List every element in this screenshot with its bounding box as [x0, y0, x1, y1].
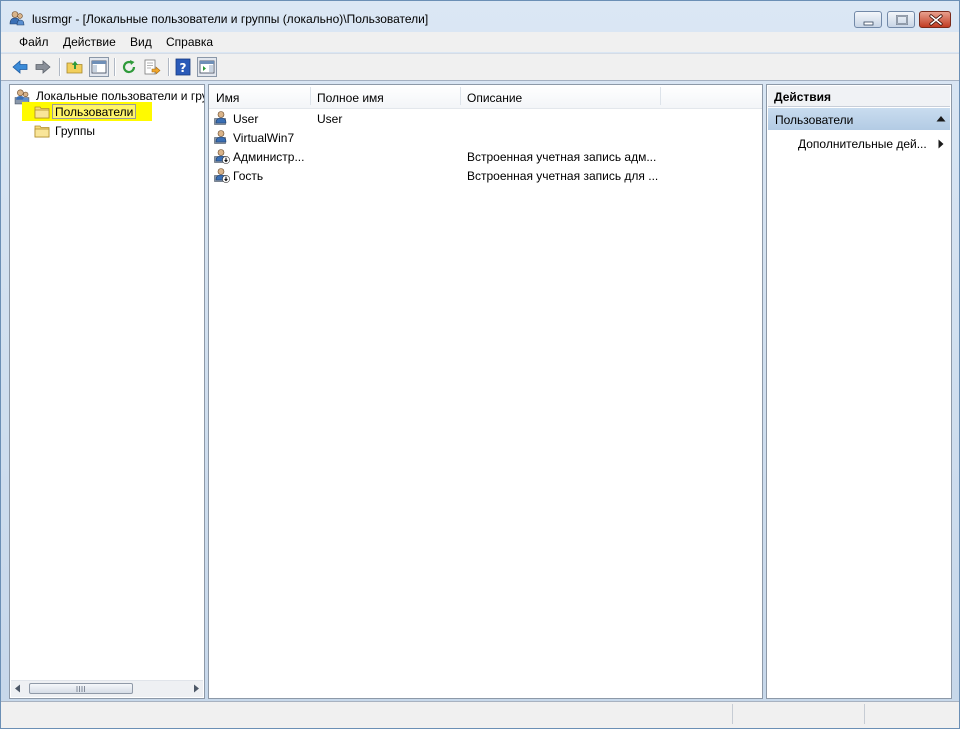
more-actions-item[interactable]: Дополнительные дей...	[798, 137, 927, 151]
cell-name: User	[233, 112, 259, 126]
collapse-up-icon[interactable]	[936, 115, 946, 122]
menu-help[interactable]: Справка	[163, 35, 216, 49]
tree-root-label: Локальные пользователи и гру	[36, 89, 204, 103]
column-label: Описание	[467, 91, 523, 105]
close-icon	[929, 14, 943, 26]
close-button[interactable]	[919, 11, 951, 28]
actions-header: Действия	[768, 86, 950, 107]
tree-item-label: Пользователи	[55, 105, 134, 119]
column-full-name[interactable]: Полное имя	[310, 85, 460, 107]
refresh-button[interactable]	[119, 57, 139, 77]
folder-icon	[34, 106, 50, 119]
submenu-arrow-icon[interactable]	[938, 139, 944, 149]
forward-arrow-icon	[35, 60, 51, 74]
folder-icon	[34, 125, 50, 138]
mmc-window: lusrmgr - [Локальные пользователи и груп…	[0, 0, 960, 729]
horizontal-scrollbar[interactable]	[11, 680, 203, 697]
toolbar: ?	[1, 53, 959, 81]
minimize-icon	[863, 21, 874, 26]
tree-item-users[interactable]: Пользователи	[34, 103, 154, 121]
cell-name: Администр...	[233, 150, 305, 164]
cell-description: Встроенная учетная запись для ...	[467, 169, 659, 183]
title-bar[interactable]: lusrmgr - [Локальные пользователи и груп…	[1, 1, 959, 31]
cell-name: VirtualWin7	[233, 131, 295, 145]
user-icon	[214, 110, 230, 129]
toolbar-separator	[114, 58, 116, 76]
actions-section-users[interactable]: Пользователи	[768, 108, 950, 130]
refresh-icon	[122, 60, 136, 74]
menu-action[interactable]: Действие	[60, 35, 119, 49]
up-level-button[interactable]	[65, 57, 85, 77]
up-folder-icon	[66, 61, 83, 74]
user-icon	[214, 129, 230, 148]
user-list[interactable]: Имя Полное имя Описание User User VirtualW…	[208, 84, 763, 699]
show-hide-action-pane-icon	[199, 60, 215, 74]
menu-view[interactable]: Вид	[127, 35, 155, 49]
toolbar-separator	[59, 58, 61, 76]
grip-icon	[76, 686, 85, 692]
show-hide-tree-button[interactable]	[89, 57, 109, 77]
toolbar-separator	[168, 58, 170, 76]
actions-pane: Действия Пользователи Дополнительные дей…	[766, 84, 952, 699]
export-list-icon	[144, 59, 161, 75]
scrollbar-thumb[interactable]	[29, 683, 133, 694]
tree-item-groups[interactable]: Группы	[34, 122, 154, 140]
cell-full-name: User	[317, 112, 343, 126]
column-name[interactable]: Имя	[209, 85, 310, 107]
svg-text:?: ?	[180, 61, 187, 75]
menu-bar: Файл Действие Вид Справка	[1, 32, 959, 52]
actions-section-label: Пользователи	[775, 113, 854, 127]
actions-title: Действия	[774, 90, 832, 104]
help-icon: ?	[175, 58, 191, 76]
table-row[interactable]: VirtualWin7	[209, 128, 762, 147]
cell-description: Встроенная учетная запись адм...	[467, 150, 657, 164]
scroll-left-icon[interactable]	[14, 684, 22, 693]
status-bar	[1, 701, 959, 728]
show-hide-action-pane-button[interactable]	[197, 57, 217, 77]
tree-item-label: Группы	[55, 124, 95, 138]
disabled-user-icon	[214, 148, 230, 167]
minimize-button[interactable]	[854, 11, 882, 28]
help-button[interactable]: ?	[173, 57, 193, 77]
show-hide-tree-icon	[91, 60, 107, 74]
restore-icon	[896, 15, 908, 25]
column-label: Полное имя	[317, 91, 384, 105]
back-button[interactable]	[10, 57, 30, 77]
window-title: lusrmgr - [Локальные пользователи и груп…	[32, 12, 429, 26]
back-arrow-icon	[12, 60, 28, 74]
column-divider[interactable]	[660, 87, 661, 105]
scroll-right-icon[interactable]	[192, 684, 200, 693]
status-segment	[732, 704, 865, 724]
users-app-icon	[9, 11, 25, 26]
column-label: Имя	[216, 91, 240, 105]
table-row[interactable]: User User	[209, 109, 762, 128]
forward-button[interactable]	[33, 57, 53, 77]
cell-name: Гость	[233, 169, 264, 183]
status-segment	[864, 704, 951, 724]
console-tree[interactable]: Локальные пользователи и гру Пользовател…	[9, 84, 205, 699]
disabled-user-icon	[214, 167, 230, 186]
maximize-button[interactable]	[887, 11, 915, 28]
table-row[interactable]: Администр... Встроенная учетная запись ад…	[209, 147, 762, 166]
table-row[interactable]: Гость Встроенная учетная запись для ...	[209, 166, 762, 185]
menu-file[interactable]: Файл	[16, 35, 52, 49]
column-description[interactable]: Описание	[460, 85, 660, 107]
export-list-button[interactable]	[142, 57, 162, 77]
